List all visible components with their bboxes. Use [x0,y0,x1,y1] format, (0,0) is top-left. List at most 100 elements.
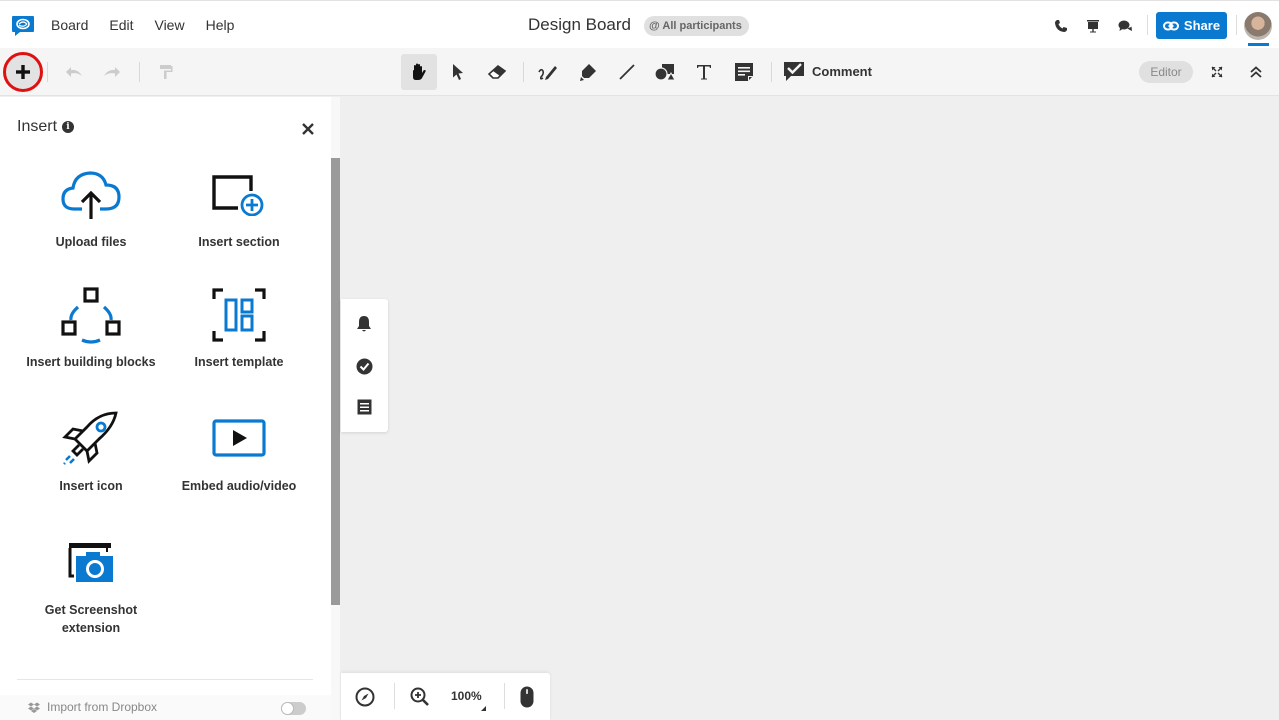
insert-item-label: Insert section [198,235,280,249]
redo-button[interactable] [94,54,130,90]
insert-item-icon[interactable]: Insert icon [17,411,165,495]
insert-item-embed-media[interactable]: Embed audio/video [165,411,313,495]
divider [394,683,395,709]
insert-button[interactable] [3,52,43,92]
navigator-button[interactable] [355,687,375,707]
insert-item-label: Insert icon [59,479,123,493]
dropbox-toggle[interactable] [281,702,306,715]
divider [504,683,505,709]
video-play-icon [212,419,266,457]
outline-list-button[interactable] [354,397,374,417]
divider [771,62,772,82]
section-add-icon [212,175,264,216]
chat-bubble-logo-icon[interactable] [11,15,35,37]
dropbox-text: Import from Dropbox [47,700,158,714]
link-icon [1162,21,1179,30]
chat-icon[interactable] [1116,17,1134,35]
insert-item-building-blocks[interactable]: Insert building blocks [17,287,165,371]
zoom-level-dropdown[interactable]: 100% [451,689,482,703]
insert-item-template[interactable]: Insert template [165,287,313,371]
insert-panel-title: Insert [17,118,58,135]
side-action-panel [341,299,388,432]
divider [17,679,313,680]
insert-item-label: Insert template [194,355,284,369]
insert-item-label: Upload files [55,235,127,249]
undo-icon [66,67,82,77]
hand-icon [413,63,426,80]
list-icon [357,399,371,415]
avatar-active-indicator [1248,43,1269,46]
redo-icon [104,67,120,77]
eraser-icon [487,64,507,79]
divider [1236,15,1237,35]
comment-icon [784,62,804,81]
toolbar: Comment Editor [0,48,1279,96]
shapes-icon [654,64,676,81]
board-title[interactable]: Design Board [528,15,631,35]
divider [1147,15,1148,35]
info-icon[interactable]: i [62,121,75,133]
collapse-toolbar-button[interactable] [1238,54,1274,90]
pen-tool[interactable] [530,54,566,90]
mouse-icon [520,686,534,708]
tasks-check-icon [356,358,372,374]
close-panel-button[interactable] [300,121,316,137]
line-icon [619,64,635,80]
presentation-icon[interactable] [1084,17,1102,35]
menu-help[interactable]: Help [206,17,235,33]
zoom-controls: 100% [341,673,550,720]
hand-tool[interactable] [401,54,437,90]
rocket-icon [62,411,118,465]
menu-board[interactable]: Board [51,17,88,33]
mouse-mode-button[interactable] [517,686,537,708]
insert-item-section[interactable]: Insert section [165,167,313,251]
share-button[interactable]: Share [1156,12,1227,39]
sticky-note-tool[interactable] [726,54,762,90]
insert-item-label: Insert building blocks [26,355,156,369]
insert-item-upload-files[interactable]: Upload files [17,167,165,251]
phone-icon[interactable] [1052,17,1070,35]
divider [47,62,48,82]
zoom-in-icon [410,687,429,706]
notifications-button[interactable] [354,314,374,334]
notification-bell-icon [357,316,371,332]
comment-label: Comment [812,63,872,79]
line-tool[interactable] [609,54,645,90]
comment-button[interactable]: Comment [783,60,872,82]
template-icon [212,288,266,342]
text-icon [697,65,711,80]
insert-plus-icon [16,65,30,79]
import-dropbox-label[interactable]: Import from Dropbox [28,700,157,714]
divider [523,62,524,82]
select-pointer-icon [453,64,463,80]
user-avatar[interactable] [1244,12,1272,40]
cloud-upload-icon [61,171,121,219]
tasks-button[interactable] [354,356,374,376]
shapes-tool[interactable] [647,54,683,90]
eraser-tool[interactable] [479,54,515,90]
screenshot-camera-icon [68,543,113,582]
menu-view[interactable]: View [154,17,184,33]
highlighter-icon [580,64,596,81]
scrollbar-thumb[interactable] [331,158,340,605]
insert-item-screenshot-extension[interactable]: Get Screenshot extension [17,535,165,637]
pen-icon [538,66,557,80]
import-dropbox-row: Import from Dropbox [0,695,331,720]
highlighter-tool[interactable] [570,54,606,90]
text-tool[interactable] [686,54,722,90]
dropbox-icon [28,702,40,713]
close-icon [302,123,314,135]
participants-badge[interactable]: @ All participants [644,16,749,36]
zoom-dropdown-caret [481,706,486,711]
insert-panel-header: Insert i [17,118,75,136]
building-blocks-icon [61,287,121,344]
sticky-note-icon [735,63,753,81]
insert-item-label: Embed audio/video [181,479,297,493]
fullscreen-button[interactable] [1199,54,1235,90]
zoom-in-button[interactable] [410,687,430,707]
select-tool[interactable] [440,54,476,90]
undo-button[interactable] [56,54,92,90]
format-painter-button[interactable] [148,54,184,90]
menu-edit[interactable]: Edit [109,17,133,33]
main-menu: Board Edit View Help [51,17,255,33]
